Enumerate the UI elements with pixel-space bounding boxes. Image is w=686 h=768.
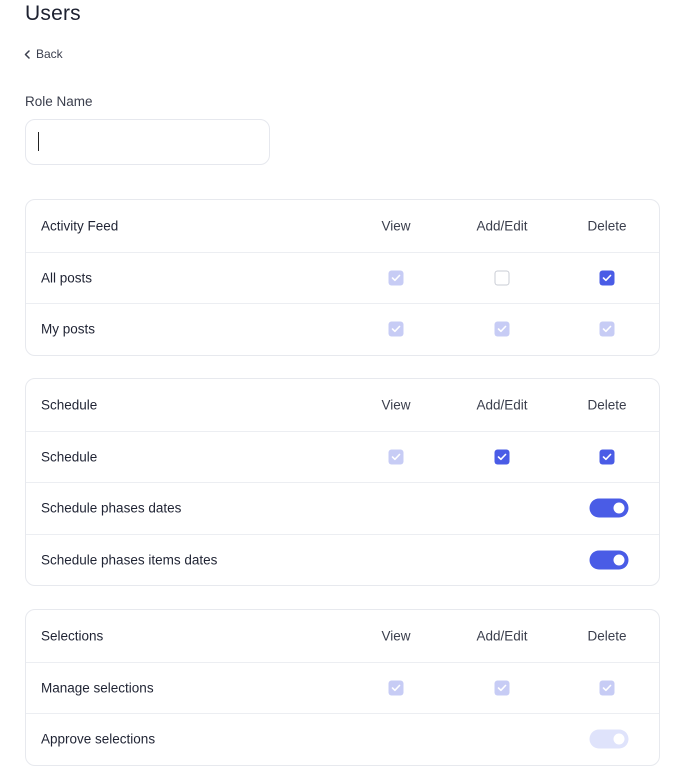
- column-header-delete: Delete: [587, 218, 627, 234]
- column-header-view: View: [381, 628, 411, 644]
- my-posts-view-checkbox[interactable]: [388, 321, 404, 337]
- role-name-label: Role Name: [25, 94, 93, 109]
- column-header-add-edit: Add/Edit: [476, 218, 528, 234]
- my-posts-add-edit-checkbox[interactable]: [494, 321, 510, 337]
- permission-label: My posts: [41, 321, 96, 337]
- column-header-delete: Delete: [587, 628, 627, 644]
- back-label: Back: [36, 47, 63, 61]
- schedule-phases-items-dates-toggle[interactable]: [589, 550, 629, 570]
- approve-selections-toggle[interactable]: [589, 729, 629, 749]
- permission-label: Approve selections: [41, 731, 156, 747]
- column-header-view: View: [381, 218, 411, 234]
- manage-selections-add-edit-checkbox[interactable]: [494, 680, 510, 696]
- back-link[interactable]: Back: [24, 47, 63, 61]
- permission-row-schedule-phases-dates: Schedule phases dates: [26, 482, 659, 534]
- permission-row-all-posts: All posts: [26, 251, 659, 304]
- permission-row-approve-selections: Approve selections: [26, 713, 659, 765]
- column-header-view: View: [381, 397, 411, 413]
- chevron-left-icon: [24, 49, 30, 59]
- page-title: Users: [25, 2, 81, 25]
- schedule-delete-checkbox[interactable]: [599, 449, 615, 465]
- schedule-view-checkbox[interactable]: [388, 449, 404, 465]
- toggle-knob: [613, 554, 625, 566]
- card-header-row: Activity Feed View Add/Edit Delete: [26, 200, 659, 252]
- toggle-knob: [613, 733, 625, 745]
- all-posts-delete-checkbox[interactable]: [599, 270, 615, 286]
- permission-row-manage-selections: Manage selections: [26, 661, 659, 714]
- section-title: Activity Feed: [41, 218, 119, 234]
- text-cursor: [38, 132, 39, 151]
- schedule-card: Schedule View Add/Edit Delete Schedule S…: [25, 378, 660, 586]
- my-posts-delete-checkbox[interactable]: [599, 321, 615, 337]
- permission-label: Manage selections: [41, 680, 154, 696]
- manage-selections-delete-checkbox[interactable]: [599, 680, 615, 696]
- selections-card: Selections View Add/Edit Delete Manage s…: [25, 609, 660, 766]
- activity-feed-card: Activity Feed View Add/Edit Delete All p…: [25, 199, 660, 356]
- permission-row-my-posts: My posts: [26, 303, 659, 355]
- role-name-input[interactable]: [25, 119, 270, 165]
- permission-row-schedule-phases-items-dates: Schedule phases items dates: [26, 533, 659, 586]
- permission-label: Schedule phases dates: [41, 500, 182, 516]
- permission-label: Schedule phases items dates: [41, 552, 218, 568]
- column-header-delete: Delete: [587, 397, 627, 413]
- schedule-phases-dates-toggle[interactable]: [589, 498, 629, 518]
- all-posts-add-edit-checkbox[interactable]: [494, 270, 510, 286]
- section-title: Selections: [41, 628, 104, 644]
- permission-row-schedule: Schedule: [26, 430, 659, 483]
- column-header-add-edit: Add/Edit: [476, 628, 528, 644]
- section-title: Schedule: [41, 397, 98, 413]
- card-header-row: Selections View Add/Edit Delete: [26, 610, 659, 662]
- permission-label: All posts: [41, 270, 93, 286]
- toggle-knob: [613, 502, 625, 514]
- column-header-add-edit: Add/Edit: [476, 397, 528, 413]
- all-posts-view-checkbox[interactable]: [388, 270, 404, 286]
- permission-label: Schedule: [41, 449, 98, 465]
- manage-selections-view-checkbox[interactable]: [388, 680, 404, 696]
- schedule-add-edit-checkbox[interactable]: [494, 449, 510, 465]
- card-header-row: Schedule View Add/Edit Delete: [26, 379, 659, 431]
